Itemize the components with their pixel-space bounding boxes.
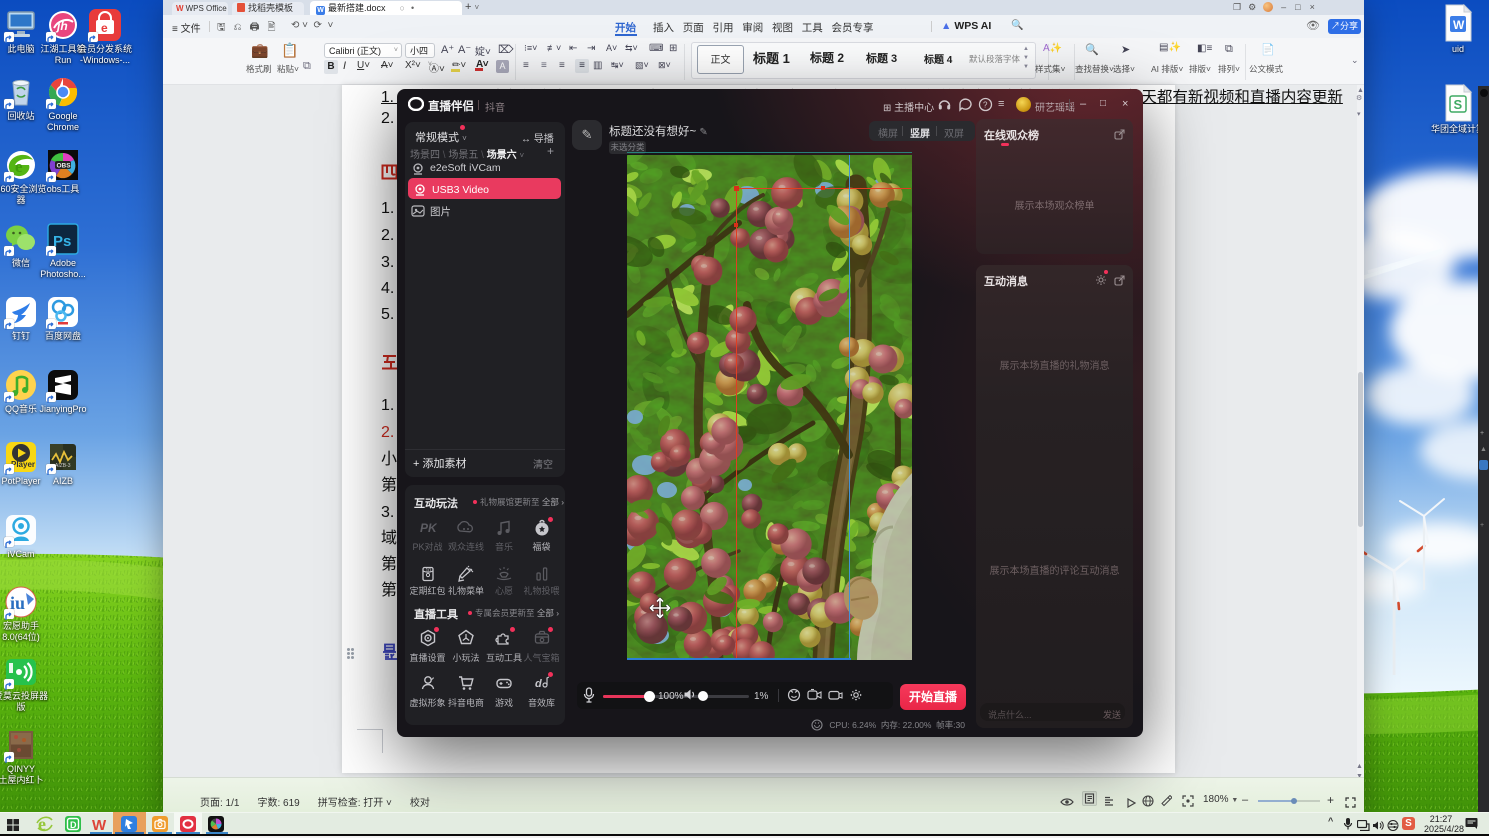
svg-text:d: d — [535, 678, 542, 690]
svg-text:Player: Player — [11, 460, 35, 469]
svg-text:10: 10 — [425, 568, 431, 574]
svg-text:W: W — [92, 817, 107, 833]
svg-text:?: ? — [983, 101, 988, 110]
svg-text:AIZB-3: AIZB-3 — [55, 463, 71, 469]
svg-text:OBS: OBS — [57, 163, 72, 170]
svg-text:jh: jh — [55, 19, 68, 33]
svg-text:e: e — [15, 157, 23, 176]
svg-text:D: D — [70, 820, 77, 830]
svg-text:PK: PK — [420, 521, 437, 535]
svg-text:e: e — [101, 21, 108, 35]
svg-text:S: S — [1454, 97, 1463, 112]
svg-text:W: W — [1453, 18, 1465, 32]
